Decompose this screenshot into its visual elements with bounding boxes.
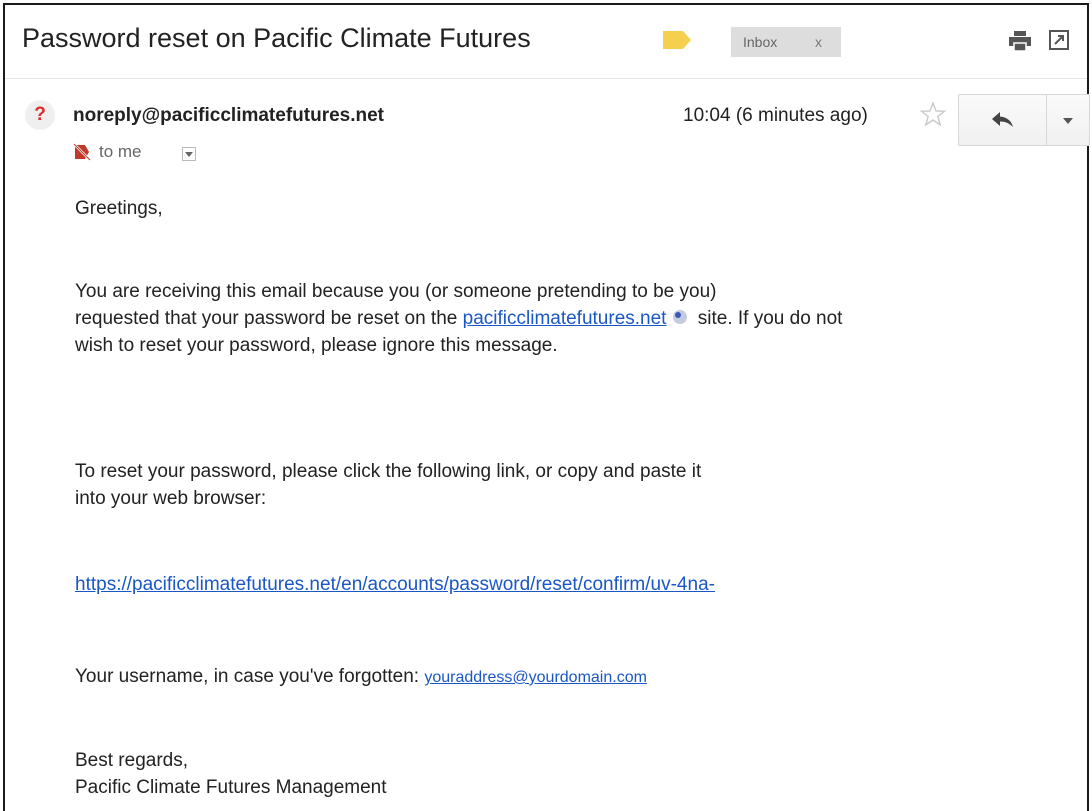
received-time: 10:04 (6 minutes ago)	[683, 105, 868, 126]
remove-label-button[interactable]: x	[815, 27, 822, 57]
closing-line-1: Best regards,	[75, 750, 188, 771]
closing: Best regards, Pacific Climate Futures Ma…	[75, 747, 387, 801]
chevron-down-icon	[185, 152, 193, 157]
paragraph-instructions: To reset your password, please click the…	[75, 458, 701, 512]
notice-line-2-prefix: requested that your password be reset on…	[75, 308, 463, 329]
globe-icon	[673, 310, 688, 324]
greeting: Greetings,	[75, 198, 163, 219]
email-view: Password reset on Pacific Climate Future…	[3, 3, 1090, 811]
username-label: Your username, in case you've forgotten:	[75, 666, 425, 687]
chevron-down-icon	[1063, 118, 1073, 124]
reply-button[interactable]	[958, 94, 1047, 146]
inbox-label-chip[interactable]: Inbox x	[731, 27, 841, 57]
reset-password-link[interactable]: https://pacificclimatefutures.net/en/acc…	[75, 574, 715, 595]
sender-address[interactable]: noreply@pacificclimatefutures.net	[73, 105, 384, 127]
subject-header: Password reset on Pacific Climate Future…	[5, 5, 1087, 79]
email-subject: Password reset on Pacific Climate Future…	[22, 23, 531, 53]
new-window-icon[interactable]	[1049, 30, 1069, 50]
sender-avatar[interactable]: ?	[25, 100, 55, 130]
recipient-label: to me	[99, 142, 142, 161]
instructions-line-1: To reset your password, please click the…	[75, 461, 702, 482]
inbox-label-text: Inbox	[743, 34, 778, 50]
reset-link-row: https://pacificclimatefutures.net/en/acc…	[75, 571, 715, 598]
notice-line-3: wish to reset your password, please igno…	[75, 335, 558, 356]
reply-icon	[992, 112, 1013, 127]
recipient-details-button[interactable]	[182, 147, 196, 161]
instructions-line-2: into your web browser:	[75, 488, 267, 509]
username-link[interactable]: youraddress@yourdomain.com	[424, 669, 647, 686]
notice-line-2: requested that your password be reset on…	[75, 305, 842, 332]
paragraph-notice: You are receiving this email because you…	[75, 278, 842, 359]
site-link[interactable]: pacificclimatefutures.net	[463, 308, 667, 329]
username-row: Your username, in case you've forgotten:…	[75, 663, 647, 691]
closing-line-2: Pacific Climate Futures Management	[75, 777, 387, 798]
label-icon[interactable]	[663, 31, 691, 49]
notice-line-1: You are receiving this email because you…	[75, 281, 717, 302]
encryption-warning-icon[interactable]	[73, 143, 91, 161]
star-icon[interactable]	[920, 101, 946, 127]
print-icon[interactable]	[1009, 31, 1031, 51]
notice-line-2-suffix: site. If you do not	[692, 308, 843, 329]
more-actions-button[interactable]	[1046, 94, 1090, 146]
